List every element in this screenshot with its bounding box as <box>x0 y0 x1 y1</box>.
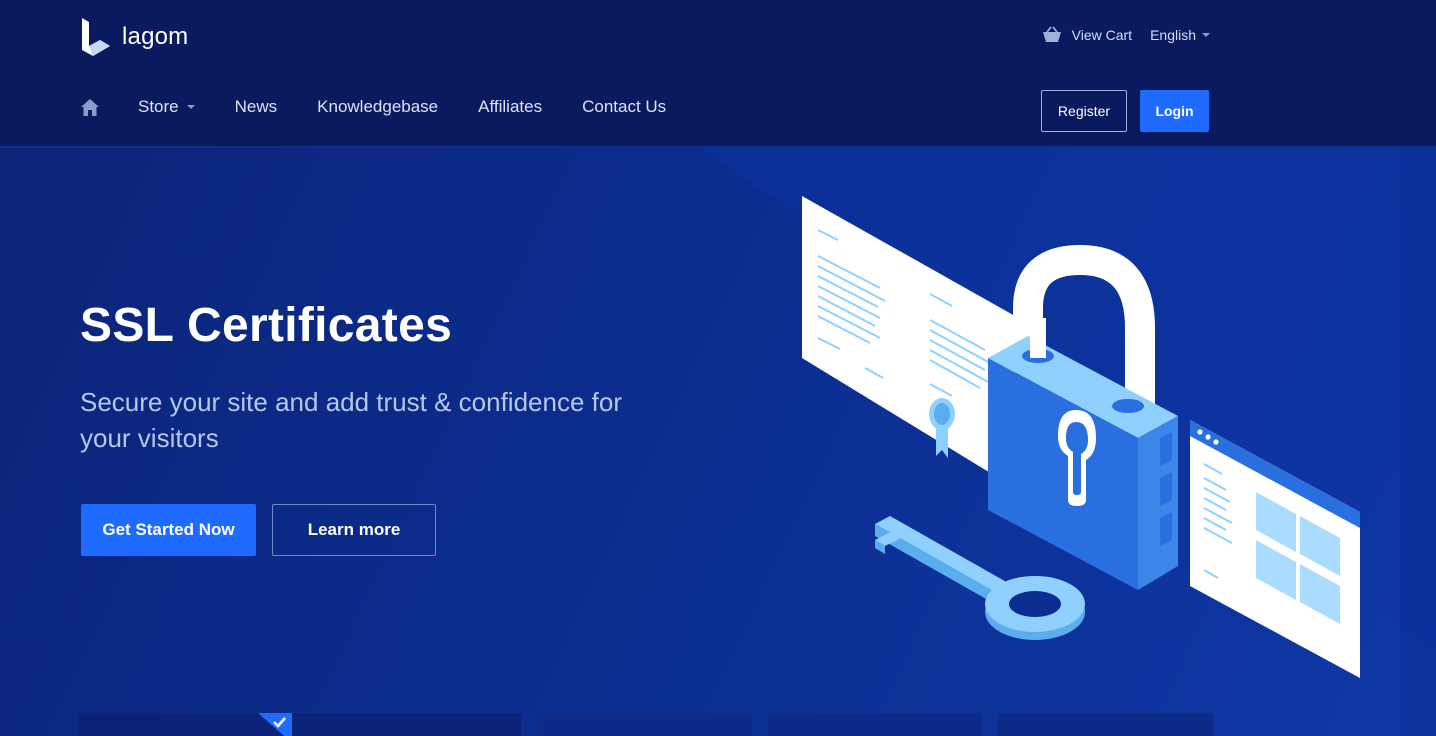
nav-item-affiliates[interactable]: Affiliates <box>478 97 542 117</box>
hero-title: SSL Certificates <box>80 299 453 352</box>
chevron-down-icon <box>186 105 195 109</box>
register-button[interactable]: Register <box>1041 90 1127 132</box>
login-button[interactable]: Login <box>1140 90 1209 132</box>
get-started-button[interactable]: Get Started Now <box>81 504 256 556</box>
nav-item-news[interactable]: News <box>235 97 278 117</box>
nav-item-label: Affiliates <box>478 97 543 116</box>
site-header: lagom View Cart English Store News Knowl… <box>0 0 1436 147</box>
certificate-document <box>802 196 1015 488</box>
browser-window <box>1190 420 1360 678</box>
nav-item-label: Knowledgebase <box>317 97 439 116</box>
home-icon[interactable] <box>80 98 100 117</box>
nav-item-knowledgebase[interactable]: Knowledgebase <box>317 97 438 117</box>
brand-logo[interactable]: lagom <box>80 16 188 58</box>
nav-item-label: Contact Us <box>582 97 667 116</box>
product-card[interactable] <box>998 713 1213 736</box>
view-cart-link[interactable]: View Cart <box>1042 26 1132 44</box>
language-selector[interactable]: English <box>1150 27 1210 43</box>
nav-item-label: News <box>234 97 278 116</box>
language-label: English <box>1150 27 1196 43</box>
checkmark-icon <box>258 713 292 736</box>
basket-icon <box>1042 26 1061 42</box>
nav-item-contact-us[interactable]: Contact Us <box>582 97 666 117</box>
product-card[interactable] <box>768 713 982 736</box>
utility-bar: View Cart English <box>1042 26 1210 44</box>
hero-subtitle: Secure your site and add trust & confide… <box>80 387 622 453</box>
nav-item-store[interactable]: Store <box>138 97 195 117</box>
brand-name: lagom <box>122 23 189 50</box>
product-card[interactable] <box>77 713 521 736</box>
lagom-logo-icon <box>82 18 110 56</box>
chevron-down-icon <box>1202 33 1210 37</box>
main-nav: Store News Knowledgebase Affiliates Cont… <box>80 97 706 117</box>
nav-item-label: Store <box>138 97 179 116</box>
hero-section: SSL Certificates Secure your site and ad… <box>0 148 1436 736</box>
auth-buttons: Register Login <box>1041 90 1209 132</box>
product-card[interactable] <box>537 713 752 736</box>
padlock <box>988 244 1178 590</box>
ssl-illustration <box>802 196 1360 678</box>
learn-more-button[interactable]: Learn more <box>272 504 436 556</box>
view-cart-label: View Cart <box>1071 27 1133 43</box>
